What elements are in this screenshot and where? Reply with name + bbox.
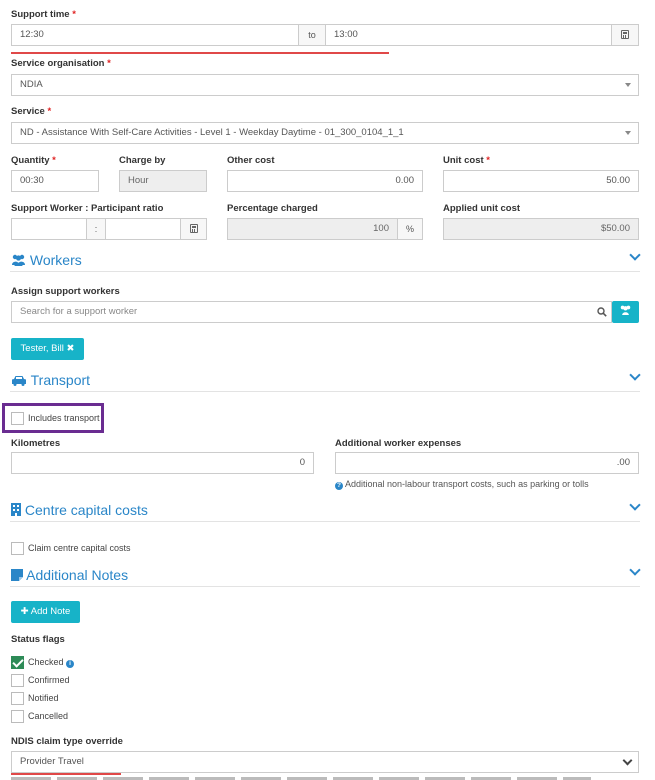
workers-header[interactable]: Workers xyxy=(11,252,82,268)
calculator-icon xyxy=(621,30,629,39)
notes-divider xyxy=(10,586,640,587)
service-label: Service * xyxy=(11,106,52,117)
transport-header[interactable]: Transport xyxy=(11,372,90,388)
time-underline xyxy=(11,52,389,54)
kilometres-input[interactable]: 0 xyxy=(11,452,314,474)
notified-label: Notified xyxy=(28,693,59,703)
applied-unit-cost-field: $50.00 xyxy=(443,218,639,240)
add-worker-button[interactable] xyxy=(612,301,639,323)
cancelled-checkbox[interactable] xyxy=(11,710,24,723)
checked-checkbox[interactable] xyxy=(11,656,24,669)
centre-chevron-icon[interactable] xyxy=(629,499,641,511)
expenses-input[interactable]: .00 xyxy=(335,452,639,474)
expenses-help: ? Additional non-labour transport costs,… xyxy=(335,479,589,490)
assign-workers-label: Assign support workers xyxy=(11,286,120,297)
support-time-label: Support time * xyxy=(11,9,76,20)
calculator-button[interactable] xyxy=(611,24,639,46)
ratio-label: Support Worker : Participant ratio xyxy=(11,203,164,214)
cancelled-label: Cancelled xyxy=(28,711,69,721)
info-icon: i xyxy=(66,660,75,668)
ndis-override-select[interactable]: Provider Travel xyxy=(11,751,639,773)
ndis-underline xyxy=(11,773,121,775)
percent-addon: % xyxy=(397,218,423,240)
search-icon xyxy=(597,307,607,317)
end-time-input[interactable]: 13:00 xyxy=(325,24,612,46)
unit-cost-input[interactable]: 50.00 xyxy=(443,170,639,192)
ratio-worker-input[interactable] xyxy=(11,218,87,240)
applied-unit-cost-label: Applied unit cost xyxy=(443,203,521,214)
charge-by-field: Hour xyxy=(119,170,207,192)
car-icon xyxy=(12,376,26,386)
workers-chevron-icon[interactable] xyxy=(629,249,641,261)
includes-transport-label: Includes transport xyxy=(28,413,100,423)
add-note-button[interactable]: ✚ Add Note xyxy=(11,601,80,623)
centre-divider xyxy=(10,521,640,522)
quantity-label: Quantity * xyxy=(11,155,56,166)
transport-divider xyxy=(10,391,640,392)
worker-tag-tester-bill[interactable]: Tester, Bill ✖ xyxy=(11,338,84,360)
users-icon xyxy=(12,254,25,266)
percentage-field: 100 xyxy=(227,218,398,240)
users-icon xyxy=(620,305,631,315)
caret-down-icon xyxy=(625,131,631,135)
status-flags-label: Status flags xyxy=(11,634,65,645)
worker-search-input[interactable]: Search for a support worker xyxy=(11,301,612,323)
workers-divider xyxy=(10,271,640,272)
ratio-calculator-button[interactable] xyxy=(180,218,207,240)
chevron-down-icon xyxy=(622,755,633,766)
unit-cost-label: Unit cost * xyxy=(443,155,490,166)
percentage-label: Percentage charged xyxy=(227,203,318,214)
sticky-note-icon xyxy=(11,569,23,581)
other-cost-label: Other cost xyxy=(227,155,275,166)
caret-down-icon xyxy=(625,83,631,87)
ratio-participant-input[interactable] xyxy=(105,218,181,240)
transport-chevron-icon[interactable] xyxy=(629,369,641,381)
calculator-icon xyxy=(189,224,198,233)
confirmed-label: Confirmed xyxy=(28,675,70,685)
help-icon: ? xyxy=(335,482,343,490)
confirmed-checkbox[interactable] xyxy=(11,674,24,687)
to-addon: to xyxy=(298,24,326,46)
ndis-override-label: NDIS claim type override xyxy=(11,736,123,747)
quantity-input[interactable]: 00:30 xyxy=(11,170,99,192)
claim-centre-checkbox[interactable] xyxy=(11,542,24,555)
expenses-label: Additional worker expenses xyxy=(335,438,462,449)
claim-centre-label: Claim centre capital costs xyxy=(28,543,131,553)
notified-checkbox[interactable] xyxy=(11,692,24,705)
ratio-separator: : xyxy=(86,218,106,240)
centre-header[interactable]: Centre capital costs xyxy=(11,502,148,518)
includes-transport-checkbox[interactable] xyxy=(11,412,24,425)
checked-label: Checked i xyxy=(28,657,75,668)
building-icon xyxy=(11,503,21,516)
service-select[interactable]: ND - Assistance With Self-Care Activitie… xyxy=(11,122,639,144)
service-org-select[interactable]: NDIA xyxy=(11,74,639,96)
kilometres-label: Kilometres xyxy=(11,438,61,449)
notes-header[interactable]: Additional Notes xyxy=(11,567,128,583)
other-cost-input[interactable]: 0.00 xyxy=(227,170,423,192)
service-org-label: Service organisation * xyxy=(11,58,111,69)
charge-by-label: Charge by xyxy=(119,155,166,166)
notes-chevron-icon[interactable] xyxy=(629,564,641,576)
start-time-input[interactable]: 12:30 xyxy=(11,24,299,46)
